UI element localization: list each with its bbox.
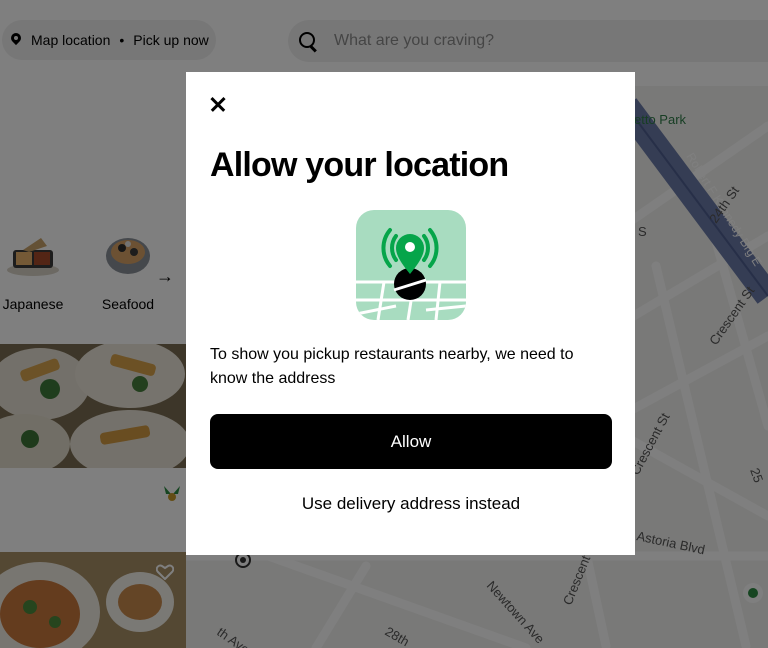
dialog-title: Allow your location xyxy=(210,146,509,184)
use-delivery-address-button[interactable]: Use delivery address instead xyxy=(210,488,612,520)
dialog-description: To show you pickup restaurants nearby, w… xyxy=(210,346,574,387)
allow-location-button[interactable]: Allow xyxy=(210,414,612,469)
close-icon[interactable] xyxy=(206,92,230,116)
location-pin-map-icon xyxy=(356,210,466,320)
location-permission-dialog: Allow your location To show you pickup r… xyxy=(186,72,635,555)
